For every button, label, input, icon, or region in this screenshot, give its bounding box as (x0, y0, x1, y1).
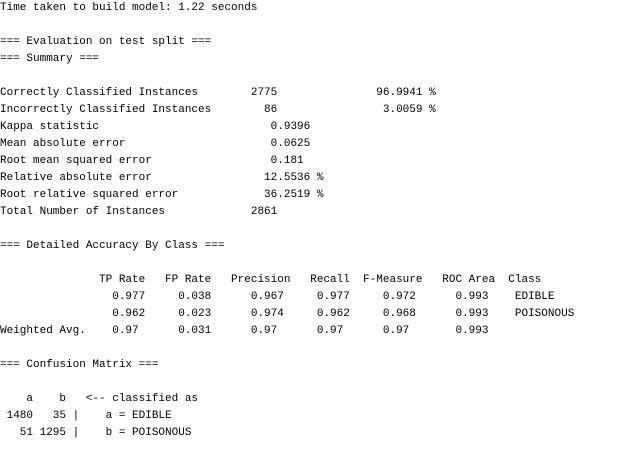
output-line-accuracy-poisonous: 0.962 0.023 0.974 0.962 0.968 0.993 POIS… (0, 308, 575, 320)
output-line-summary-header: === Summary === (0, 53, 100, 65)
output-line-root-mean-squared-error: Root mean squared error 0.181 (0, 155, 311, 167)
output-line-confusion-columns: a b <-- classified as (0, 393, 199, 405)
output-line-correctly-classified: Correctly Classified Instances 2775 96.9… (0, 87, 436, 99)
output-line-mean-absolute-error: Mean absolute error 0.0625 (0, 138, 311, 150)
output-line-incorrectly-classified: Incorrectly Classified Instances 86 3.00… (0, 104, 436, 116)
output-line-confusion-row-edible: 1480 35 | a = EDIBLE (0, 410, 172, 422)
output-line-build-time: Time taken to build model: 1.22 seconds (0, 2, 258, 14)
output-line-accuracy-columns: TP Rate FP Rate Precision Recall F-Measu… (0, 274, 542, 286)
output-line-detailed-accuracy-header: === Detailed Accuracy By Class === (0, 240, 225, 252)
output-line-relative-absolute-error: Relative absolute error 12.5536 % (0, 172, 324, 184)
output-line-root-relative-squared-error: Root relative squared error 36.2519 % (0, 189, 324, 201)
output-line-confusion-matrix-header: === Confusion Matrix === (0, 359, 159, 371)
output-line-accuracy-weighted-avg: Weighted Avg. 0.97 0.031 0.97 0.97 0.97 … (0, 325, 489, 337)
output-line-evaluation-header: === Evaluation on test split === (0, 36, 212, 48)
output-line-confusion-row-poisonous: 51 1295 | b = POISONOUS (0, 427, 192, 439)
classifier-output-panel[interactable]: Time taken to build model: 1.22 seconds … (0, 0, 622, 453)
output-line-kappa: Kappa statistic 0.9396 (0, 121, 311, 133)
output-line-accuracy-edible: 0.977 0.038 0.967 0.977 0.972 0.993 EDIB… (0, 291, 555, 303)
output-line-total-instances: Total Number of Instances 2861 (0, 206, 311, 218)
